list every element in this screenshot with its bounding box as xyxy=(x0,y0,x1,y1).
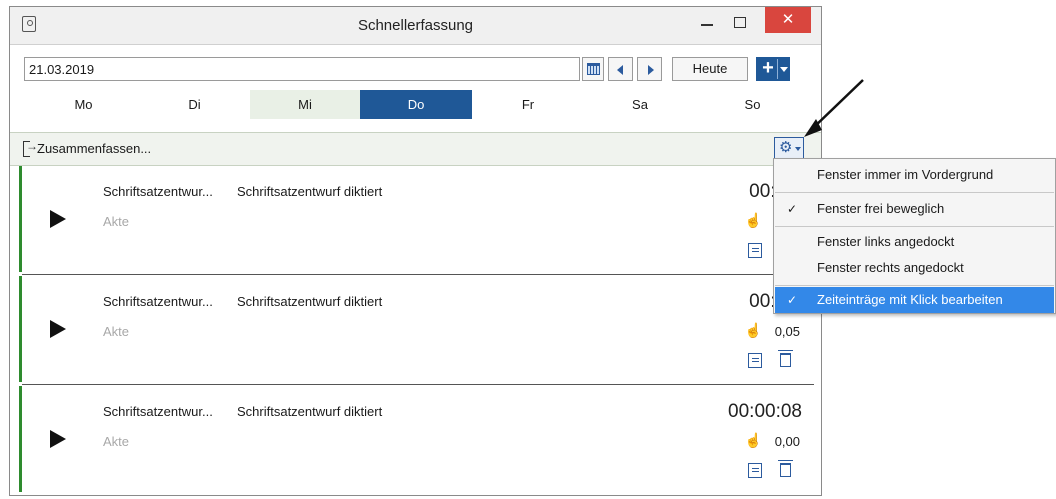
menu-item-free-floating[interactable]: ✓ Fenster frei beweglich xyxy=(775,196,1054,222)
entry-description: Schriftsatzentwurf diktiert xyxy=(237,294,383,309)
menu-separator xyxy=(775,226,1054,227)
window-title: Schnellerfassung xyxy=(357,17,474,34)
hand-icon: ☝ xyxy=(744,212,762,228)
weekday-selector: Mo Di Mi Do Fr Sa So xyxy=(28,90,809,119)
close-button[interactable]: ✕ xyxy=(765,7,811,33)
play-icon[interactable] xyxy=(50,430,66,448)
time-entry[interactable]: Schriftsatzentwur... Schriftsatzentwurf … xyxy=(19,276,814,382)
entry-akte[interactable]: Akte xyxy=(103,324,129,339)
time-entry[interactable]: Schriftsatzentwur... Schriftsatzentwurf … xyxy=(19,386,814,492)
time-entry[interactable]: Schriftsatzentwur... Schriftsatzentwurf … xyxy=(19,166,814,272)
divider xyxy=(22,274,814,275)
menu-separator xyxy=(775,192,1054,193)
edit-icon[interactable] xyxy=(748,353,762,368)
weekday-sa[interactable]: Sa xyxy=(584,90,696,119)
entry-title: Schriftsatzentwur... xyxy=(103,184,213,199)
weekday-so[interactable]: So xyxy=(696,90,809,119)
add-entry-button[interactable]: + xyxy=(756,57,790,81)
chevron-down-icon xyxy=(795,147,801,151)
previous-day-button[interactable] xyxy=(608,57,633,81)
merge-icon xyxy=(23,139,38,157)
next-day-button[interactable] xyxy=(637,57,662,81)
time-entry-list: Schriftsatzentwur... Schriftsatzentwurf … xyxy=(10,166,821,495)
arrow-right-icon xyxy=(648,65,654,75)
check-icon: ✓ xyxy=(787,202,798,216)
entry-description: Schriftsatzentwurf diktiert xyxy=(237,404,383,419)
chevron-down-icon xyxy=(780,67,788,72)
hand-icon: ☝ xyxy=(744,322,762,338)
entry-akte[interactable]: Akte xyxy=(103,214,129,229)
entry-value: 0,05 xyxy=(774,324,800,339)
trash-icon[interactable] xyxy=(778,350,793,367)
weekday-mi[interactable]: Mi xyxy=(250,90,360,119)
entry-akte[interactable]: Akte xyxy=(103,434,129,449)
weekday-fr[interactable]: Fr xyxy=(472,90,584,119)
calendar-icon xyxy=(587,63,600,75)
date-input[interactable]: 21.03.2019 xyxy=(24,57,580,81)
menu-item-dock-left[interactable]: Fenster links angedockt xyxy=(775,229,1054,255)
play-icon[interactable] xyxy=(50,320,66,338)
edit-icon[interactable] xyxy=(748,243,762,258)
play-icon[interactable] xyxy=(50,210,66,228)
weekday-mo[interactable]: Mo xyxy=(28,90,139,119)
entry-title: Schriftsatzentwur... xyxy=(103,294,213,309)
summarize-link[interactable]: Zusammenfassen... xyxy=(37,141,151,156)
trash-icon[interactable] xyxy=(778,460,793,477)
menu-item-always-on-top[interactable]: Fenster immer im Vordergrund xyxy=(775,162,1054,188)
maximize-button[interactable] xyxy=(734,17,746,28)
entry-title: Schriftsatzentwur... xyxy=(103,404,213,419)
menu-item-click-to-edit[interactable]: ✓ Zeiteinträge mit Klick bearbeiten xyxy=(775,287,1054,313)
title-bar[interactable]: Schnellerfassung ✕ xyxy=(10,7,821,45)
entry-value: 0,00 xyxy=(774,434,800,449)
settings-menu: Fenster immer im Vordergrund ✓ Fenster f… xyxy=(773,158,1056,314)
hand-icon: ☝ xyxy=(744,432,762,448)
gear-icon: ⚙ xyxy=(779,139,793,156)
menu-separator xyxy=(775,285,1054,286)
date-value: 21.03.2019 xyxy=(29,62,95,77)
today-button[interactable]: Heute xyxy=(672,57,748,81)
plus-icon: + xyxy=(762,57,774,79)
check-icon: ✓ xyxy=(787,293,798,307)
weekday-di[interactable]: Di xyxy=(139,90,250,119)
weekday-do[interactable]: Do xyxy=(360,90,472,119)
entry-time: 00:00:08 xyxy=(728,401,802,422)
app-window: Schnellerfassung ✕ 21.03.2019 Heute + Mo… xyxy=(9,6,822,496)
edit-icon[interactable] xyxy=(748,463,762,478)
menu-item-dock-right[interactable]: Fenster rechts angedockt xyxy=(775,255,1054,281)
calendar-button[interactable] xyxy=(582,57,604,81)
entry-description: Schriftsatzentwurf diktiert xyxy=(237,184,383,199)
arrow-left-icon xyxy=(617,65,623,75)
summary-bar: Zusammenfassen... ⚙ xyxy=(10,132,821,166)
minimize-button[interactable] xyxy=(701,24,713,28)
settings-button[interactable]: ⚙ xyxy=(774,137,804,159)
divider xyxy=(22,384,814,385)
